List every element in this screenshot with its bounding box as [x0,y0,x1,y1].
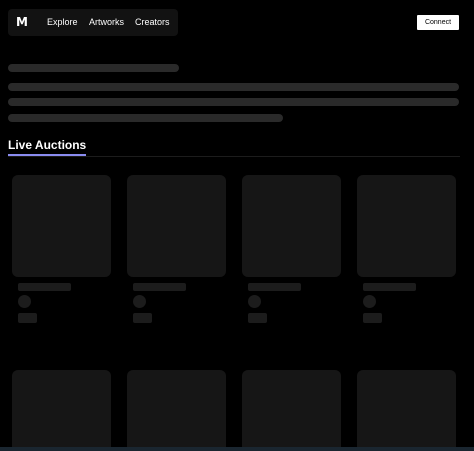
nav-artworks[interactable]: Artworks [89,15,124,29]
nav-explore[interactable]: Explore [47,15,78,29]
auction-card-price-skeleton [248,313,267,323]
connect-button[interactable]: Connect [417,15,459,30]
auction-card-price-skeleton [133,313,152,323]
auction-card-image[interactable] [12,175,111,277]
auction-card-title-skeleton [363,283,416,291]
auction-card-image[interactable] [242,370,341,451]
auction-card-avatar-skeleton [18,295,31,308]
auction-card-title-skeleton [133,283,186,291]
bottom-scroll-strip [0,447,474,451]
auction-card-image[interactable] [357,370,456,451]
skeleton-line [8,114,283,122]
skeleton-heading [8,64,179,72]
section-title: Live Auctions [8,138,87,152]
logo-mark[interactable]: M [16,15,28,29]
auction-card-price-skeleton [18,313,37,323]
auction-card-image[interactable] [357,175,456,277]
auction-card-image[interactable] [242,175,341,277]
skeleton-line [8,83,459,91]
auction-card-title-skeleton [248,283,301,291]
auction-card-price-skeleton [363,313,382,323]
auction-card-image[interactable] [12,370,111,451]
auction-card-image[interactable] [127,175,226,277]
auction-card-title-skeleton [18,283,71,291]
page: M Explore Artworks Creators Connect Live… [0,0,474,451]
auction-card-avatar-skeleton [248,295,261,308]
skeleton-line [8,98,459,106]
nav-creators[interactable]: Creators [135,15,170,29]
auction-card-avatar-skeleton [363,295,376,308]
auction-card-avatar-skeleton [133,295,146,308]
section-divider [8,156,460,157]
auction-card-image[interactable] [127,370,226,451]
